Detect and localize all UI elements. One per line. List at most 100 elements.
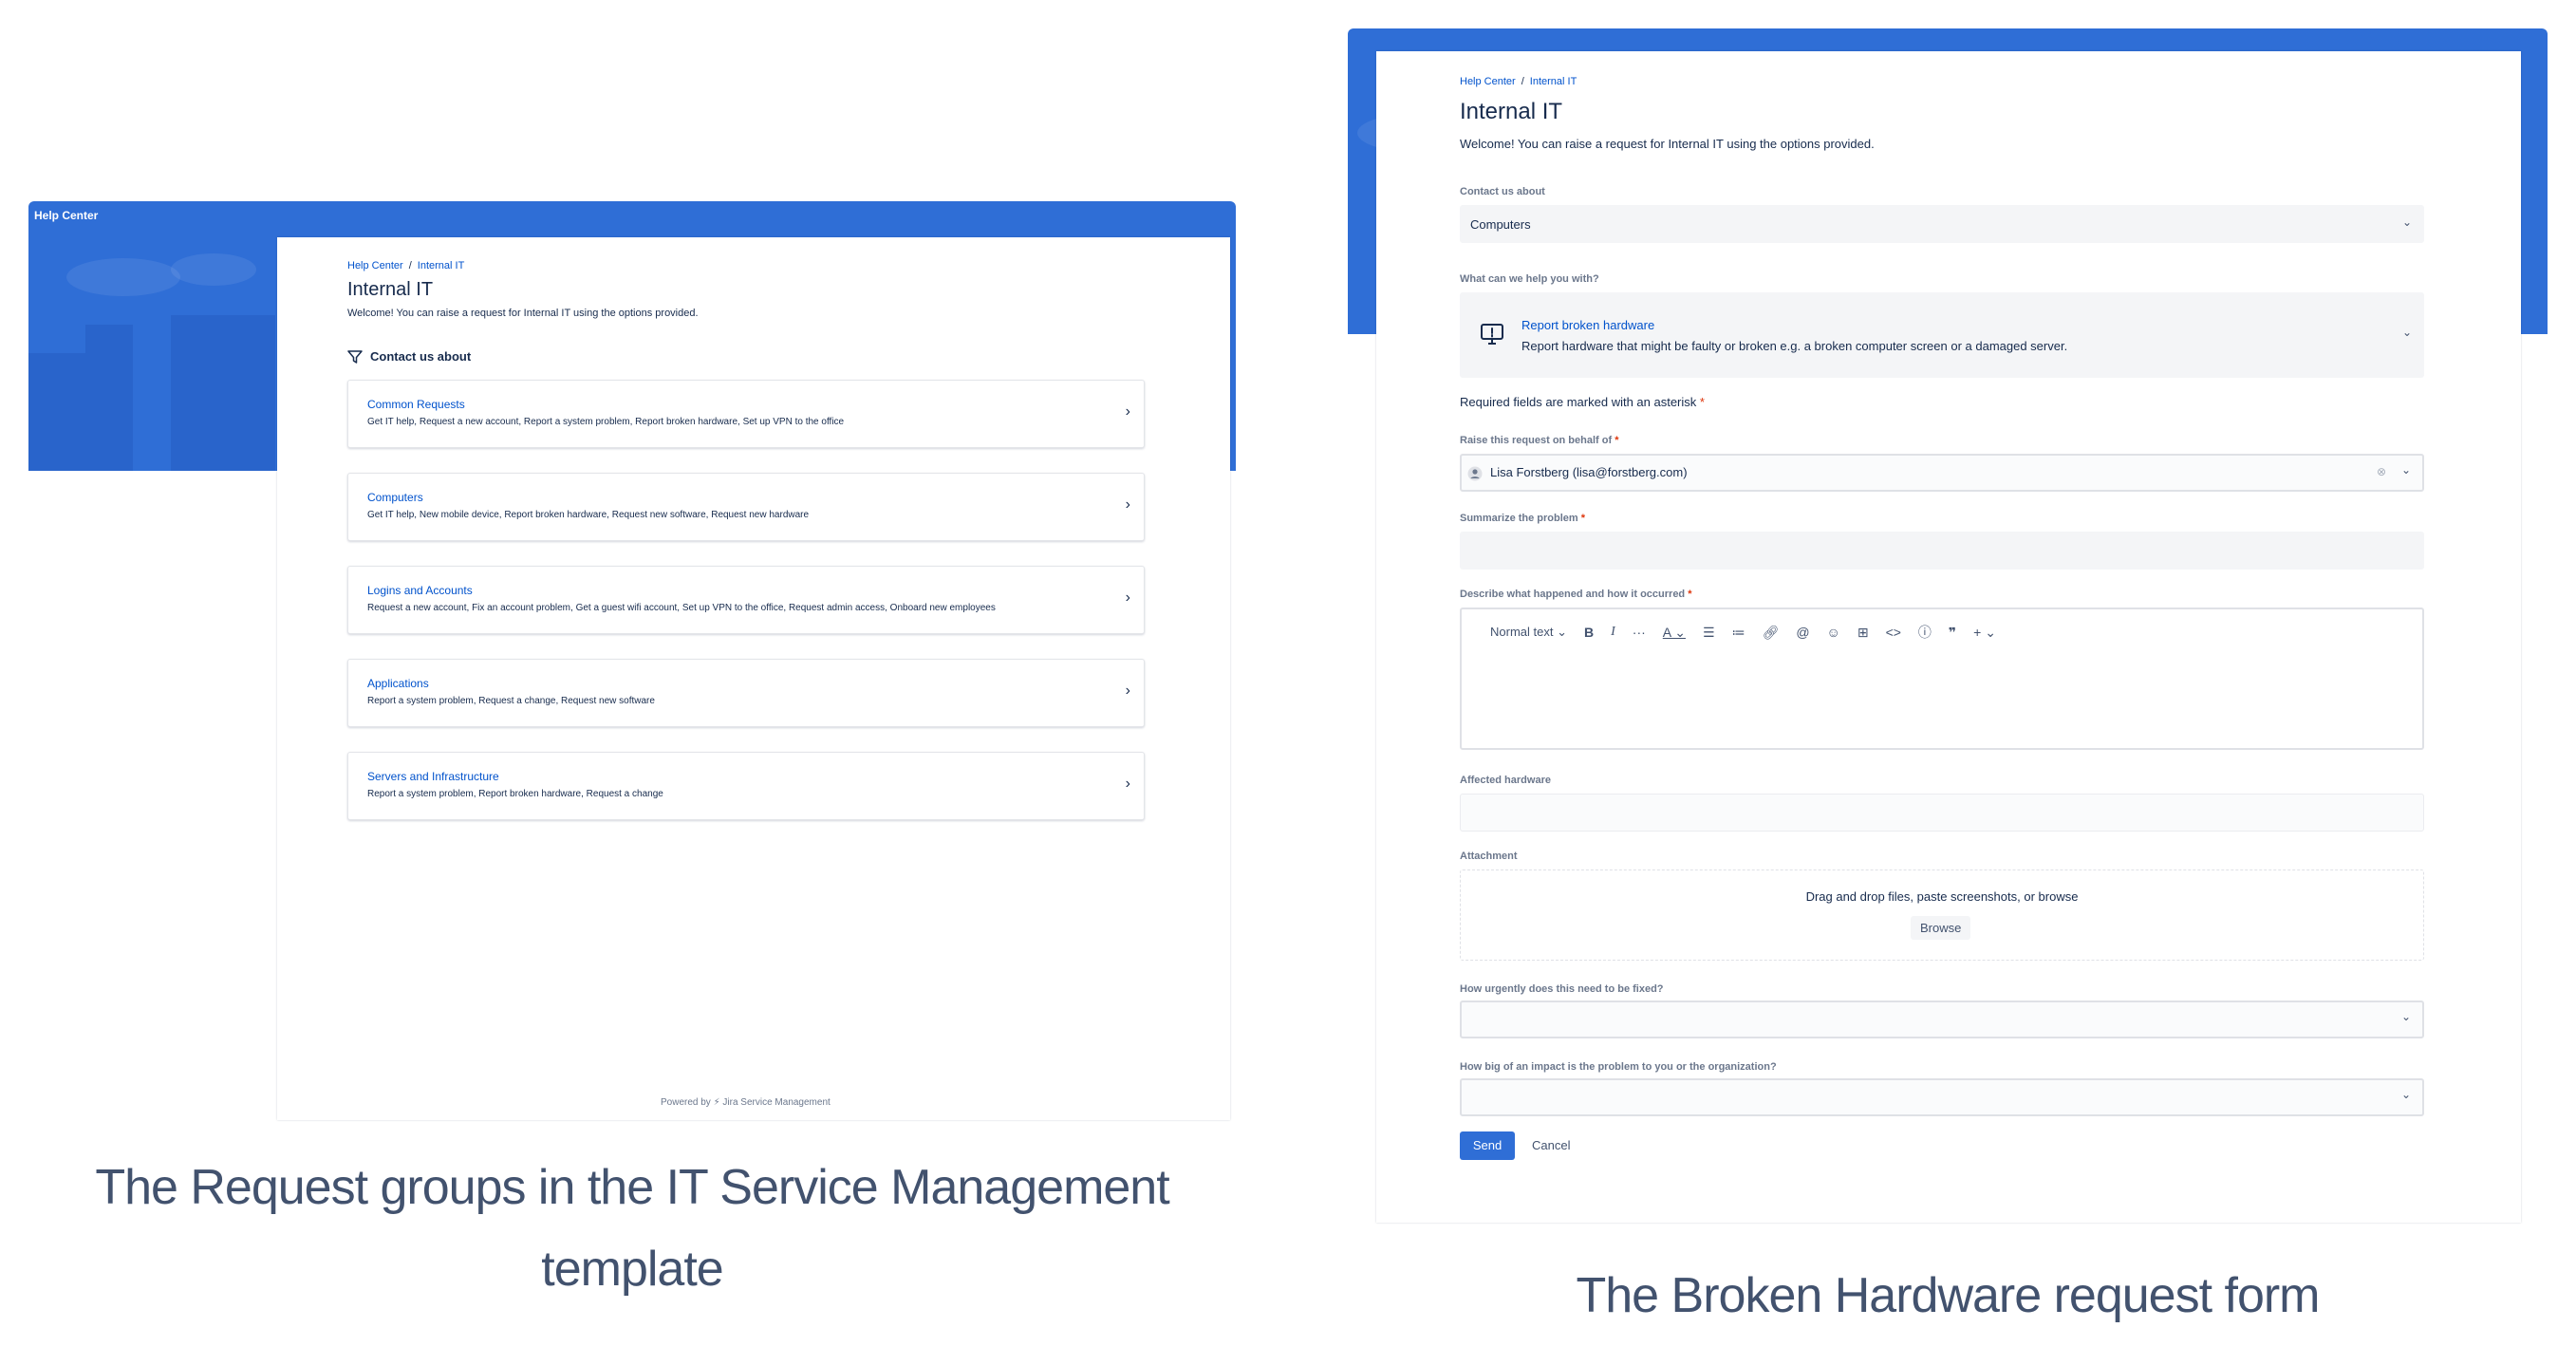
- left-caption-line2: template: [541, 1242, 723, 1297]
- chevron-down-icon: ⌄: [2401, 215, 2412, 229]
- left-caption-line1: The Request groups in the IT Service Man…: [95, 1160, 1169, 1215]
- request-group-title[interactable]: Common Requests: [367, 398, 465, 411]
- chevron-right-icon: ›: [1125, 496, 1130, 513]
- chevron-right-icon: ›: [1125, 776, 1130, 792]
- bold-icon[interactable]: B: [1584, 625, 1594, 640]
- code-icon[interactable]: <>: [1886, 625, 1901, 640]
- page-title: Internal IT: [347, 279, 434, 300]
- required-note: Required fields are marked with an aster…: [1460, 395, 1705, 409]
- text-style-dropdown[interactable]: Normal text ⌄: [1490, 625, 1567, 640]
- urgency-select[interactable]: ⌄: [1460, 1000, 2424, 1038]
- welcome-text: Welcome! You can raise a request for Int…: [1460, 137, 1875, 151]
- contact-heading: Contact us about: [347, 349, 471, 364]
- describe-label: Describe what happened and how it occurr…: [1460, 589, 1692, 600]
- powered-by-product[interactable]: Jira Service Management: [722, 1097, 830, 1108]
- bullet-list-icon[interactable]: ☰: [1703, 625, 1715, 641]
- filter-icon: [347, 349, 363, 364]
- chevron-down-icon: ⌄: [2400, 1010, 2411, 1023]
- request-group-desc: Report a system problem, Report broken h…: [367, 789, 663, 799]
- chevron-right-icon: ›: [1125, 682, 1130, 699]
- attachment-hint: Drag and drop files, paste screenshots, …: [1805, 889, 2079, 904]
- behalf-label: Raise this request on behalf of *: [1460, 435, 1618, 446]
- welcome-text: Welcome! You can raise a request for Int…: [347, 308, 699, 319]
- request-group-card[interactable]: Applications Report a system problem, Re…: [347, 659, 1145, 727]
- request-type-title: Report broken hardware: [1521, 318, 1655, 332]
- breadcrumb-internal-it[interactable]: Internal IT: [418, 260, 465, 271]
- powered-by-prefix: Powered by: [661, 1097, 711, 1108]
- summary-label-text: Summarize the problem: [1460, 513, 1578, 524]
- summary-label: Summarize the problem *: [1460, 513, 1585, 524]
- chevron-right-icon: ›: [1125, 589, 1130, 606]
- request-group-desc: Get IT help, Request a new account, Repo…: [367, 417, 845, 427]
- editor-toolbar: Normal text ⌄ B I ··· A ⌄ ☰ ≔ 🔗︎ @ ☺ ⊞ <…: [1490, 623, 1996, 642]
- insert-more-icon[interactable]: + ⌄: [1973, 625, 1996, 641]
- behalf-select-value: Lisa Forstberg (lisa@forstberg.com): [1490, 465, 1688, 479]
- powered-by: Powered by ⚡ Jira Service Management: [661, 1097, 831, 1108]
- describe-label-text: Describe what happened and how it occurr…: [1460, 589, 1686, 600]
- send-button[interactable]: Send: [1460, 1131, 1515, 1160]
- impact-label: How big of an impact is the problem to y…: [1460, 1061, 1777, 1073]
- mention-icon[interactable]: @: [1796, 625, 1809, 640]
- impact-select[interactable]: ⌄: [1460, 1078, 2424, 1116]
- request-group-title[interactable]: Applications: [367, 677, 429, 690]
- request-form-page: Help Center / Internal IT Internal IT Welc…: [1376, 51, 2521, 1223]
- breadcrumb: Help Center / Internal IT: [1460, 76, 1577, 87]
- required-note-text: Required fields are marked with an aster…: [1460, 395, 1697, 409]
- chevron-down-icon: ⌄: [2401, 326, 2412, 339]
- text-color-icon[interactable]: A ⌄: [1663, 625, 1686, 641]
- request-group-title[interactable]: Computers: [367, 491, 423, 504]
- asterisk: *: [1688, 589, 1692, 600]
- contact-select[interactable]: Computers ⌄: [1460, 205, 2424, 243]
- left-caption: The Request groups in the IT Service Man…: [28, 1147, 1236, 1310]
- monitor-warning-icon: [1481, 324, 1503, 345]
- breadcrumb-help-center[interactable]: Help Center: [347, 260, 403, 271]
- request-type-desc: Report hardware that might be faulty or …: [1521, 339, 2068, 353]
- attachment-label: Attachment: [1460, 851, 1518, 862]
- text-style-label: Normal text: [1490, 625, 1554, 639]
- request-group-card[interactable]: Logins and Accounts Request a new accoun…: [347, 566, 1145, 634]
- asterisk: *: [1580, 513, 1586, 524]
- numbered-list-icon[interactable]: ≔: [1732, 625, 1745, 641]
- request-group-title[interactable]: Servers and Infrastructure: [367, 770, 499, 783]
- emoji-icon[interactable]: ☺: [1827, 625, 1840, 640]
- summary-input[interactable]: [1460, 532, 2424, 570]
- italic-icon[interactable]: I: [1611, 625, 1615, 640]
- description-editor[interactable]: Normal text ⌄ B I ··· A ⌄ ☰ ≔ 🔗︎ @ ☺ ⊞ <…: [1460, 608, 2424, 750]
- behalf-select[interactable]: Lisa Forstberg (lisa@forstberg.com) ⊗ ⌄: [1460, 454, 2424, 492]
- breadcrumb-internal-it[interactable]: Internal IT: [1530, 76, 1577, 87]
- quote-icon[interactable]: ❞: [1949, 625, 1956, 641]
- jira-logo-icon: ⚡: [713, 1097, 720, 1108]
- attachment-dropzone[interactable]: Drag and drop files, paste screenshots, …: [1460, 869, 2424, 961]
- table-icon[interactable]: ⊞: [1857, 625, 1869, 641]
- info-panel-icon[interactable]: ⓘ: [1918, 623, 1932, 642]
- link-icon[interactable]: 🔗︎: [1763, 625, 1780, 641]
- request-type-select[interactable]: Report broken hardware Report hardware t…: [1460, 292, 2424, 378]
- more-formatting-icon[interactable]: ···: [1633, 625, 1646, 640]
- left-portal-page: Help Center / Internal IT Internal IT Welc…: [277, 237, 1230, 1120]
- contact-heading-label: Contact us about: [370, 349, 472, 364]
- request-group-card[interactable]: Computers Get IT help, New mobile device…: [347, 473, 1145, 541]
- help-label: What can we help you with?: [1460, 273, 1599, 285]
- chevron-right-icon: ›: [1125, 403, 1130, 420]
- affected-hardware-input[interactable]: [1460, 794, 2424, 832]
- chevron-down-icon: ⌄: [2400, 1088, 2411, 1101]
- asterisk: *: [1699, 395, 1705, 409]
- clear-icon[interactable]: ⊗: [2377, 465, 2386, 478]
- behalf-label-text: Raise this request on behalf of: [1460, 435, 1613, 446]
- breadcrumb-help-center[interactable]: Help Center: [1460, 76, 1516, 87]
- help-center-logo[interactable]: Help Center: [34, 209, 98, 222]
- contact-select-value: Computers: [1470, 217, 1531, 232]
- request-group-desc: Request a new account, Fix an account pr…: [367, 603, 996, 613]
- chevron-down-icon: ⌄: [2400, 463, 2411, 477]
- request-group-title[interactable]: Logins and Accounts: [367, 584, 473, 597]
- request-group-desc: Report a system problem, Request a chang…: [367, 696, 655, 706]
- avatar-icon: [1467, 466, 1483, 481]
- urgency-label: How urgently does this need to be fixed?: [1460, 983, 1664, 995]
- browse-button[interactable]: Browse: [1911, 916, 1971, 940]
- right-caption: The Broken Hardware request form: [1576, 1268, 2320, 1323]
- cancel-button[interactable]: Cancel: [1532, 1138, 1570, 1152]
- request-group-card[interactable]: Servers and Infrastructure Report a syst…: [347, 752, 1145, 820]
- request-group-card[interactable]: Common Requests Get IT help, Request a n…: [347, 380, 1145, 448]
- page-title: Internal IT: [1460, 99, 1563, 124]
- request-group-desc: Get IT help, New mobile device, Report b…: [367, 510, 810, 520]
